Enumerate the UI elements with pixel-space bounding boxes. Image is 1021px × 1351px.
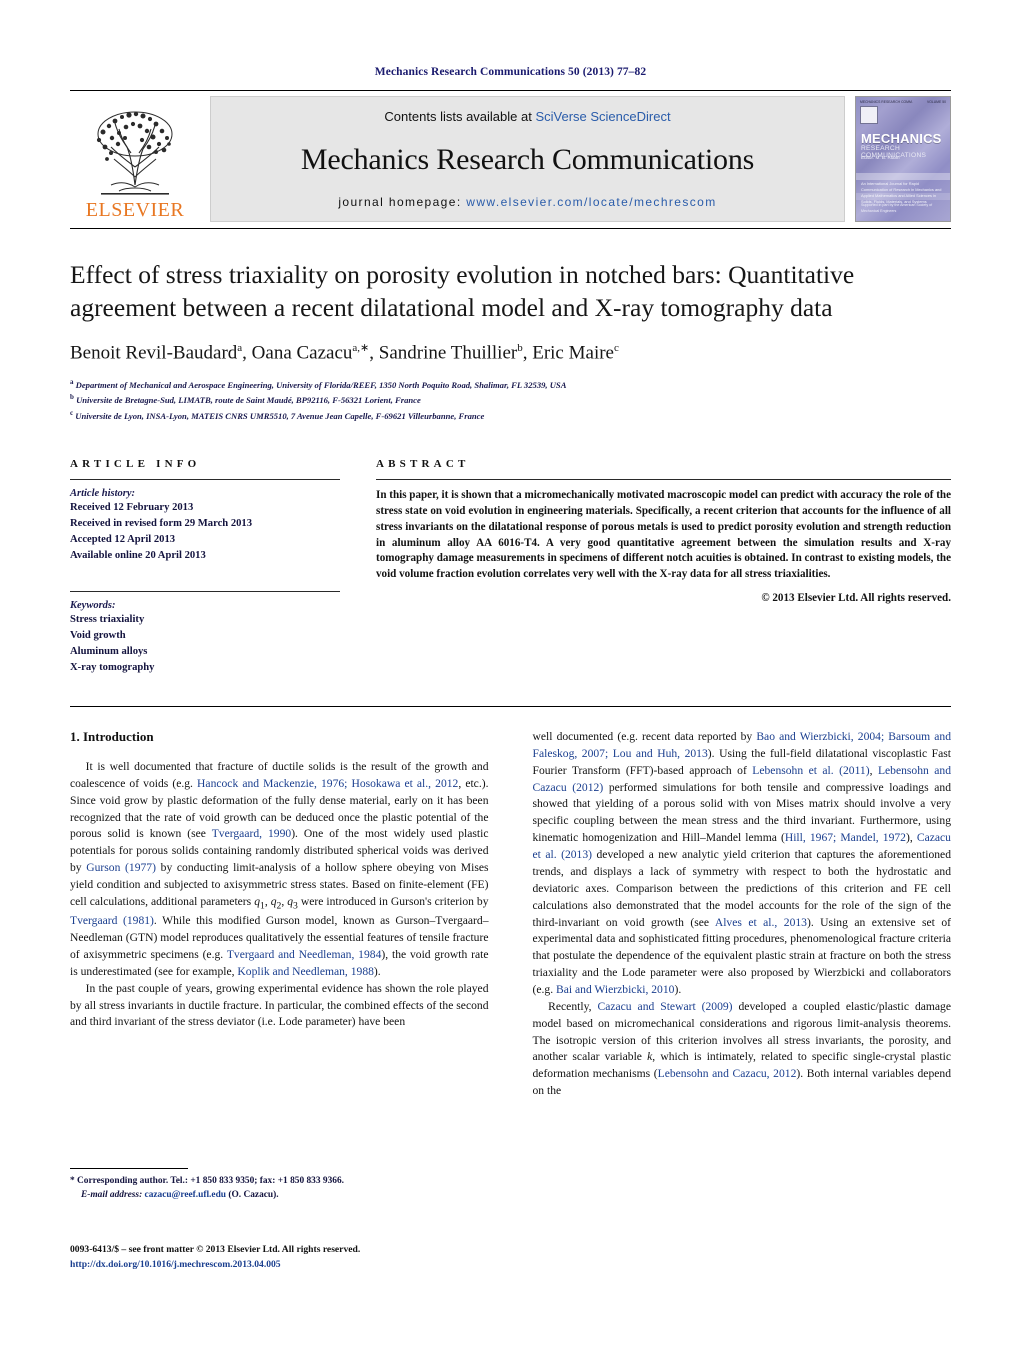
- paragraph-left-1: It is well documented that fracture of d…: [70, 760, 489, 978]
- abstract-copyright: © 2013 Elsevier Ltd. All rights reserved…: [761, 592, 951, 605]
- footnote-area: * Corresponding author. Tel.: +1 850 833…: [70, 1168, 465, 1203]
- imprint-copyright: 0093-6413/$ – see front matter © 2013 El…: [70, 1244, 361, 1255]
- section-heading-introduction: 1. Introduction: [70, 729, 154, 745]
- keyword-1: Void growth: [70, 630, 126, 642]
- keywords-rule: [70, 591, 340, 593]
- author-list: Benoit Revil-Baudarda, Oana Cazacua,∗, S…: [70, 342, 619, 364]
- journal-homepage-link[interactable]: www.elsevier.com/locate/mechrescom: [466, 195, 716, 209]
- title-block: Effect of stress triaxiality on porosity…: [70, 259, 951, 424]
- masthead-center-panel: Contents lists available at SciVerse Sci…: [210, 96, 845, 222]
- article-info-column: ARTICLE INFO Article history: Received 1…: [70, 458, 340, 676]
- affiliation-b: b Universite de Bretagne-Sud, LIMATB, ro…: [70, 392, 951, 408]
- journal-title: Mechanics Research Communications: [300, 142, 755, 176]
- running-head: Mechanics Research Communications 50 (20…: [374, 66, 647, 78]
- doi-link[interactable]: http://dx.doi.org/10.1016/j.mechrescom.2…: [70, 1258, 490, 1273]
- abstract-column: ABSTRACT In this paper, it is shown that…: [376, 458, 951, 676]
- affiliation-a-mark: a: [70, 377, 74, 386]
- journal-homepage-line: journal homepage: www.elsevier.com/locat…: [338, 195, 716, 209]
- paragraph-right-2: Recently, Cazacu and Stewart (2009) deve…: [532, 999, 952, 1098]
- imprint-block: 0093-6413/$ – see front matter © 2013 El…: [70, 1243, 490, 1273]
- elsevier-logo: ELSEVIER: [70, 96, 200, 222]
- affiliation-a: a Department of Mechanical and Aerospace…: [70, 377, 951, 393]
- elsevier-wordmark: ELSEVIER: [85, 199, 185, 221]
- history-available-online: Available online 20 April 2013: [70, 549, 206, 561]
- affiliation-c: c Universite de Lyon, INSA-Lyon, MATEIS …: [70, 408, 951, 424]
- cover-body-text: An International Journal for Rapid Commu…: [861, 181, 942, 204]
- email-label: E-mail address:: [81, 1190, 143, 1201]
- cover-top-line: MECHANICS RESEARCH COMM. VOLUME 50: [860, 100, 946, 104]
- affiliation-c-mark: c: [70, 409, 74, 418]
- body-top-rule: [70, 706, 951, 708]
- email-suffix: (O. Cazacu).: [228, 1190, 279, 1201]
- history-revised: Received in revised form 29 March 2013: [70, 517, 253, 529]
- article-info-label: ARTICLE INFO: [70, 457, 201, 470]
- masthead-bottom-rule: [70, 228, 951, 229]
- cover-elsevier-logo-icon: [860, 106, 878, 124]
- paper-page: Mechanics Research Communications 50 (20…: [0, 0, 1021, 1351]
- page-title: Effect of stress triaxiality on porosity…: [70, 260, 855, 322]
- email-note: E-mail address: cazacu@reef.ufl.edu (O. …: [70, 1188, 465, 1202]
- affiliation-c-text: Universite de Lyon, INSA-Lyon, MATEIS CN…: [75, 411, 485, 421]
- masthead-top-rule: [70, 90, 951, 91]
- journal-cover-thumbnail: MECHANICS RESEARCH COMM. VOLUME 50 MECHA…: [855, 96, 951, 222]
- article-history-heading: Article history:: [70, 487, 136, 499]
- sciencedirect-link[interactable]: SciVerse ScienceDirect: [535, 109, 670, 124]
- abstract-label: ABSTRACT: [376, 457, 470, 470]
- journal-masthead: ELSEVIER Contents lists available at Sci…: [70, 90, 951, 229]
- body-left-column: 1. Introduction It is well documented th…: [70, 729, 489, 1100]
- cover-top-left: MECHANICS RESEARCH COMM.: [860, 100, 913, 104]
- body-right-column: well documented (e.g. recent data report…: [533, 729, 952, 1100]
- info-abstract-area: ARTICLE INFO Article history: Received 1…: [70, 458, 951, 676]
- keyword-3: X-ray tomography: [70, 662, 155, 674]
- keywords-heading: Keywords:: [70, 600, 116, 612]
- email-link[interactable]: cazacu@reef.ufl.edu: [145, 1190, 226, 1200]
- history-accepted: Accepted 12 April 2013: [70, 533, 176, 545]
- abstract-text: In this paper, it is shown that a microm…: [376, 488, 951, 581]
- cover-top-right: VOLUME 50: [926, 100, 946, 104]
- homepage-prefix: journal homepage:: [338, 195, 467, 209]
- footnote-rule: [70, 1168, 188, 1169]
- cover-editor: Editor: M. B. Rubin: [861, 155, 900, 160]
- cover-title: MECHANICS: [861, 131, 942, 146]
- contents-available-line: Contents lists available at SciVerse Sci…: [384, 109, 670, 124]
- cover-footer-text: Supported in part by the American Societ…: [861, 203, 933, 213]
- affiliation-b-mark: b: [70, 393, 74, 402]
- article-info-rule: [70, 478, 340, 480]
- keyword-2: Aluminum alloys: [70, 646, 148, 658]
- abstract-rule: [376, 478, 951, 480]
- affiliation-list: a Department of Mechanical and Aerospace…: [70, 377, 951, 424]
- affiliation-b-text: Universite de Bretagne-Sud, LIMATB, rout…: [76, 395, 421, 406]
- elsevier-tree-icon: [96, 111, 173, 195]
- paragraph-left-2: In the past couple of years, growing exp…: [70, 981, 489, 1029]
- body-columns: 1. Introduction It is well documented th…: [70, 729, 951, 1100]
- paragraph-right-1: well documented (e.g. recent data report…: [532, 730, 952, 996]
- keyword-0: Stress triaxiality: [70, 614, 145, 626]
- contents-prefix: Contents lists available at: [384, 109, 536, 124]
- history-received: Received 12 February 2013: [70, 501, 194, 513]
- affiliation-a-text: Department of Mechanical and Aerospace E…: [75, 379, 567, 390]
- corresponding-author-note: * Corresponding author. Tel.: +1 850 833…: [70, 1176, 344, 1186]
